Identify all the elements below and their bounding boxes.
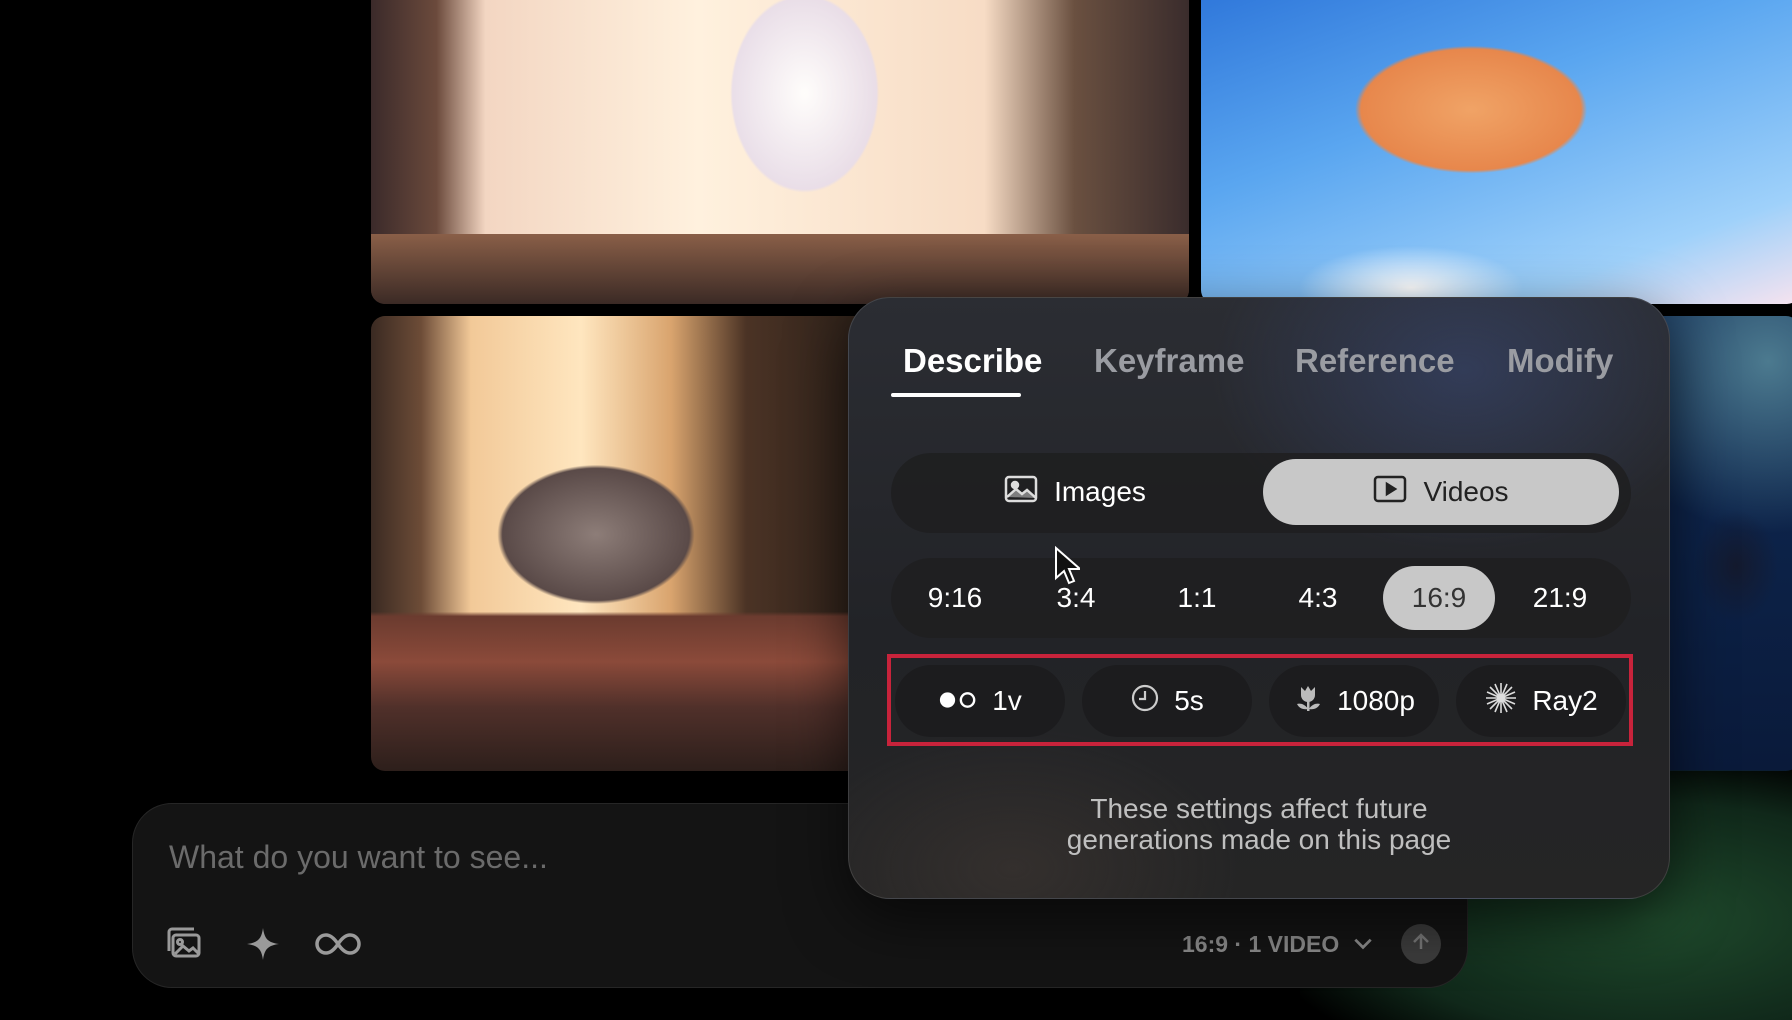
footnote-line-2: generations made on this page (1066, 824, 1452, 855)
arrow-up-icon (1409, 930, 1433, 959)
images-option-label: Images (1054, 476, 1146, 507)
resolution-setting[interactable]: 1080p (1269, 665, 1439, 737)
settings-summary-label: 16:9 · 1 VIDEO (1182, 931, 1340, 957)
aspect-1-1[interactable]: 1:1 (1141, 566, 1253, 630)
settings-footnote: These settings affect future generations… (849, 793, 1669, 855)
generation-settings-panel: Describe Keyframe Reference Modify Image… (848, 297, 1670, 899)
submit-button[interactable] (1401, 924, 1441, 964)
sparkle-icon[interactable] (243, 924, 283, 964)
active-tab-indicator (891, 393, 1021, 397)
gallery-image-sleeping-cat[interactable] (371, 316, 871, 771)
mouse-cursor-icon (1054, 545, 1083, 586)
tab-modify[interactable]: Modify (1507, 342, 1613, 380)
variants-setting[interactable]: 1v (895, 665, 1065, 737)
starburst-icon (1484, 681, 1518, 722)
resolution-value: 1080p (1337, 685, 1415, 716)
variant-dots-icon (938, 685, 978, 717)
footnote-line-1: These settings affect future (1090, 793, 1428, 824)
prompt-input[interactable] (167, 834, 871, 880)
gallery-image-cat-at-window[interactable] (371, 0, 1189, 304)
model-value: Ray2 (1532, 685, 1598, 716)
image-icon (1004, 475, 1038, 510)
variants-value: 1v (992, 685, 1022, 716)
tulip-icon (1293, 683, 1323, 720)
image-gallery-icon[interactable] (165, 924, 205, 964)
chevron-down-icon (1352, 932, 1374, 960)
duration-value: 5s (1174, 685, 1204, 716)
images-option[interactable]: Images (899, 459, 1251, 525)
tab-reference[interactable]: Reference (1295, 342, 1455, 380)
aspect-ratio-selector: 9:16 3:4 1:1 4:3 16:9 21:9 (891, 558, 1631, 638)
model-setting[interactable]: Ray2 (1456, 665, 1626, 737)
media-type-toggle: Images Videos (891, 453, 1631, 533)
clock-icon (1130, 683, 1160, 720)
infinity-loop-icon[interactable] (315, 924, 361, 964)
tab-describe[interactable]: Describe (903, 342, 1042, 380)
aspect-9-16[interactable]: 9:16 (899, 566, 1011, 630)
duration-setting[interactable]: 5s (1082, 665, 1252, 737)
tab-keyframe[interactable]: Keyframe (1094, 342, 1244, 380)
videos-option-label: Videos (1423, 476, 1509, 507)
aspect-21-9[interactable]: 21:9 (1504, 566, 1616, 630)
aspect-4-3[interactable]: 4:3 (1262, 566, 1374, 630)
videos-option[interactable]: Videos (1263, 459, 1619, 525)
gallery-image-flying-cat[interactable] (1201, 0, 1792, 304)
video-play-icon (1373, 475, 1407, 510)
aspect-16-9[interactable]: 16:9 (1383, 566, 1495, 630)
settings-summary-dropdown[interactable]: 16:9 · 1 VIDEO (1182, 931, 1374, 960)
